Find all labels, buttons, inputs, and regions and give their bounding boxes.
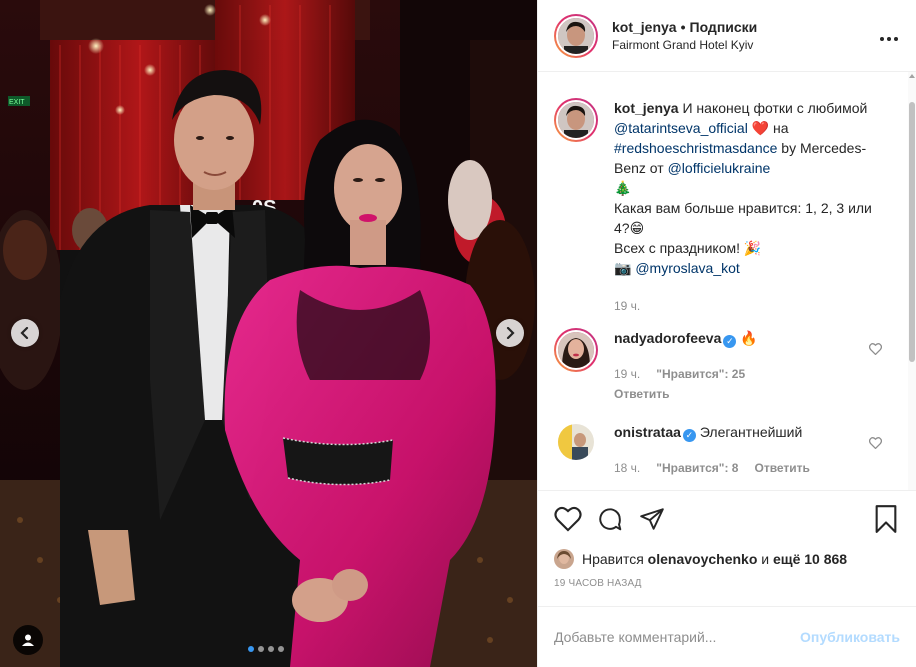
post-location[interactable]: Fairmont Grand Hotel Kyiv (612, 38, 757, 52)
comment-text: 🔥 (740, 330, 758, 346)
paper-plane-icon (640, 507, 664, 530)
likes-prefix: Нравится (582, 551, 644, 567)
avatar-image (558, 332, 594, 368)
camera-emoji: 📷 (614, 260, 636, 276)
carousel-dot (278, 646, 284, 652)
verified-badge-icon: ✓ (682, 429, 696, 442)
tree-emoji: 🎄 (614, 180, 632, 196)
caption-avatar[interactable] (554, 98, 598, 142)
comment-time[interactable]: 19 ч. (614, 364, 640, 384)
avatar-image (558, 17, 594, 54)
commenter-avatar[interactable] (558, 424, 594, 460)
avatar-image (554, 549, 574, 569)
more-dots-icon (880, 37, 898, 41)
reply-button[interactable]: Ответить (614, 384, 872, 404)
confetti-emoji: 🎉 (743, 240, 762, 256)
comment-username[interactable]: onistrataa (614, 424, 681, 440)
caption-text: Какая вам больше нравится: 1, 2, 3 или 4… (614, 200, 872, 236)
like-comment-button[interactable] (868, 436, 883, 452)
chevron-right-icon (506, 327, 515, 339)
caption-body: kot_jenya И наконец фотки с любимой @tat… (614, 98, 872, 316)
heart-emoji: ❤️ (751, 120, 770, 136)
carousel-dot (248, 646, 254, 652)
likes-middle: и (761, 551, 770, 567)
add-comment-form: Опубликовать (538, 606, 916, 667)
next-photo-button[interactable] (496, 319, 524, 347)
caption-time[interactable]: 19 ч. (614, 296, 640, 316)
comment-username[interactable]: nadyadorofeeva (614, 330, 721, 346)
comment-likes[interactable]: "Нравится": 25 (656, 364, 745, 384)
reply-button[interactable]: Ответить (754, 458, 809, 478)
comments-scrollbar[interactable] (908, 72, 916, 490)
verified-badge-icon: ✓ (723, 335, 737, 348)
grin-emoji: 😁 (629, 220, 645, 236)
publish-button[interactable]: Опубликовать (800, 629, 900, 645)
chevron-left-icon (20, 327, 29, 339)
comment-item: onistrataa ✓ Элегантнейший 18 ч. "Нравитс… (554, 422, 900, 478)
heart-outline-icon (554, 506, 582, 532)
scroll-up-arrow[interactable] (909, 74, 915, 78)
more-options-button[interactable] (880, 28, 898, 46)
caption-text: Всех с праздником! (614, 240, 744, 256)
like-button[interactable] (554, 506, 582, 532)
share-button[interactable] (638, 506, 666, 532)
comments-list[interactable]: kot_jenya И наконец фотки с любимой @tat… (538, 72, 916, 490)
caption: kot_jenya И наконец фотки с любимой @tat… (554, 98, 900, 316)
tagged-users-button[interactable] (13, 625, 43, 655)
header-separator: • (680, 19, 686, 35)
previous-photo-button[interactable] (11, 319, 39, 347)
carousel-indicator (248, 646, 284, 652)
mention-link[interactable]: @myroslava_kot (635, 260, 739, 276)
comment-body: onistrataa ✓ Элегантнейший 18 ч. "Нравитс… (614, 422, 872, 478)
author-username[interactable]: kot_jenya (612, 19, 677, 35)
comment-bubble-icon (599, 507, 622, 530)
post-photo[interactable]: EXIT 0S (0, 0, 537, 667)
caption-text: на (769, 120, 789, 136)
comment-text: Элегантнейший (699, 424, 803, 440)
post-header: kot_jenya • Подписки Fairmont Grand Hote… (538, 0, 916, 72)
liker-avatar[interactable] (554, 549, 574, 569)
carousel-dot (268, 646, 274, 652)
save-button[interactable] (874, 505, 898, 533)
comment-button[interactable] (596, 506, 624, 532)
photo-scene: EXIT 0S (0, 0, 537, 667)
comment-time[interactable]: 18 ч. (614, 458, 640, 478)
comment-item: nadyadorofeeva ✓ 🔥 19 ч. "Нравится": 25 О… (554, 328, 900, 404)
mention-link[interactable]: @tatarintseva_official (614, 120, 748, 136)
author-avatar[interactable] (554, 13, 598, 58)
carousel-dot (258, 646, 264, 652)
heart-outline-icon (868, 343, 883, 356)
following-button[interactable]: Подписки (690, 19, 758, 35)
avatar-image (558, 102, 594, 138)
mention-link[interactable]: @lofficielukraine (668, 160, 771, 176)
comment-likes[interactable]: "Нравится": 8 (656, 458, 738, 478)
caption-username[interactable]: kot_jenya (614, 100, 679, 116)
instagram-post: EXIT 0S (0, 0, 916, 667)
post-timestamp[interactable]: 19 ЧАСОВ НАЗАД (538, 572, 916, 600)
comment-body: nadyadorofeeva ✓ 🔥 19 ч. "Нравится": 25 О… (614, 328, 872, 404)
bookmark-icon (875, 505, 897, 533)
action-bar (538, 490, 916, 546)
exit-sign: EXIT (9, 99, 25, 106)
heart-outline-icon (868, 437, 883, 450)
comment-input[interactable] (554, 629, 801, 645)
post-sidebar: kot_jenya • Подписки Fairmont Grand Hote… (537, 0, 916, 667)
commenter-avatar[interactable] (554, 328, 598, 372)
liker-username[interactable]: olenavoychenko (648, 551, 758, 567)
person-icon (22, 634, 34, 646)
likes-summary: Нравится olenavoychenko и ещё 10 868 (538, 546, 916, 572)
hashtag-link[interactable]: #redshoeschristmasdance (614, 140, 777, 156)
caption-text: И наконец фотки с любимой (682, 100, 868, 116)
avatar-image (558, 424, 594, 460)
scroll-thumb[interactable] (909, 102, 915, 362)
like-comment-button[interactable] (868, 342, 883, 358)
likes-count-button[interactable]: ещё 10 868 (773, 551, 847, 567)
